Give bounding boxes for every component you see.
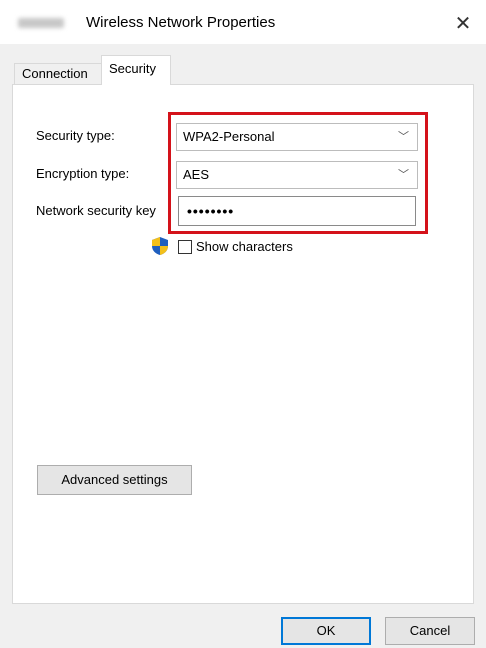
cancel-button[interactable]: Cancel <box>385 617 475 645</box>
title-bar: Wireless Network Properties ✕ <box>0 0 486 44</box>
show-characters-checkbox[interactable] <box>178 240 192 254</box>
encryption-type-label: Encryption type: <box>36 166 130 181</box>
security-type-label: Security type: <box>36 128 115 143</box>
window-title: Wireless Network Properties <box>86 14 276 31</box>
uac-shield-icon <box>152 237 168 255</box>
highlight-box <box>168 112 428 234</box>
show-characters-label[interactable]: Show characters <box>196 239 293 254</box>
close-icon: ✕ <box>454 12 472 35</box>
ok-button[interactable]: OK <box>281 617 371 645</box>
wireless-properties-dialog: Wireless Network Properties ✕ Connection… <box>0 0 486 648</box>
network-key-label: Network security key <box>36 203 156 218</box>
advanced-settings-button[interactable]: Advanced settings <box>37 465 192 495</box>
tab-connection[interactable]: Connection <box>14 63 102 84</box>
tab-security[interactable]: Security <box>101 55 171 85</box>
blurred-network-name <box>18 18 64 28</box>
close-button[interactable]: ✕ <box>448 8 478 38</box>
